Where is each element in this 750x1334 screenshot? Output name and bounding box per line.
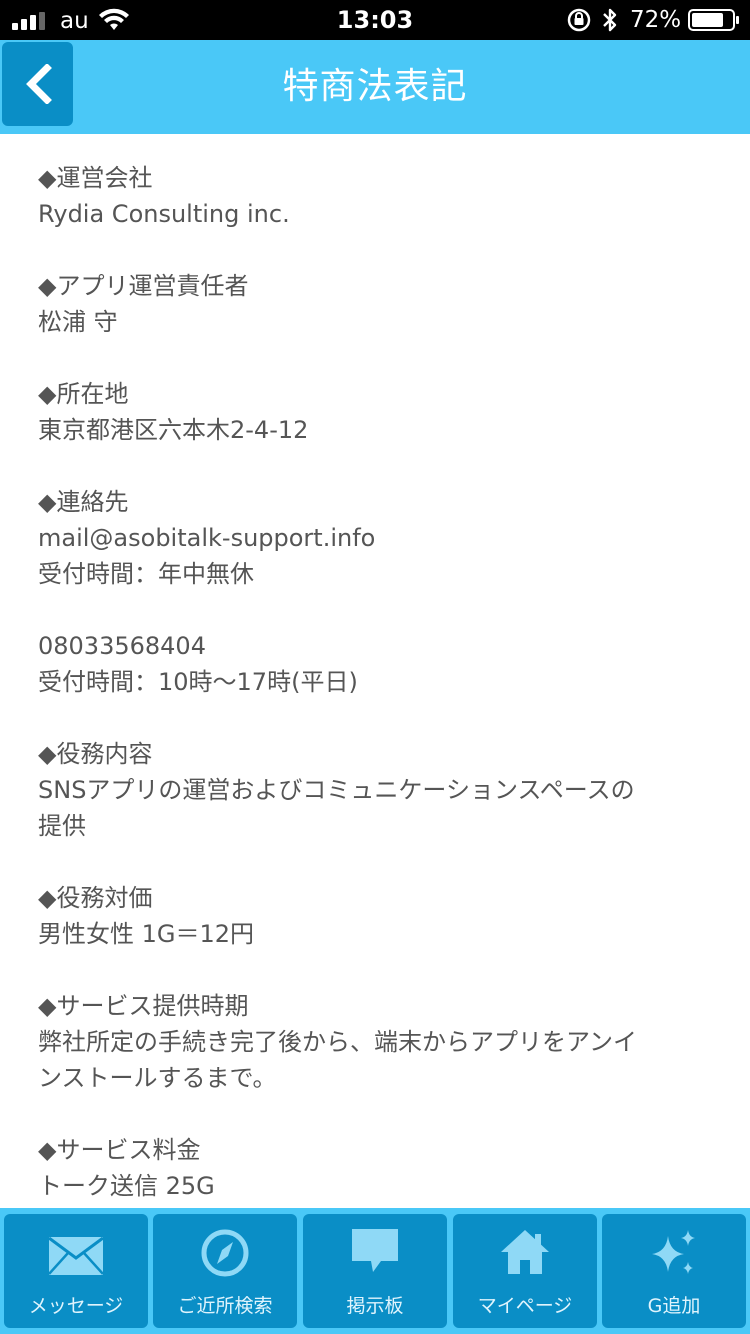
tab-message-label: メッセージ [28,1295,124,1317]
tab-message[interactable]: メッセージ [4,1214,148,1328]
section-text: ンストールするまで。 [38,1064,277,1092]
info-section: ◆サービス料金 トーク送信 25G [38,1132,712,1204]
status-bar: au 13:03 72% [0,0,750,40]
speech-bubble-icon [352,1229,398,1272]
tab-nearby-search[interactable]: ご近所検索 [153,1214,297,1328]
battery-percent: 72% [630,7,682,33]
section-text: 弊社所定の手続き完了後から、端末からアプリをアンイ [38,1028,638,1056]
section-text: 受付時間：年中無休 [38,560,254,588]
section-heading: ◆役務対価 [38,884,153,912]
tab-add-g[interactable]: G追加 [602,1214,746,1328]
battery-icon [688,9,739,31]
section-text: 08033568404 [38,632,206,660]
section-heading: ◆運営会社 [38,164,153,192]
info-section: ◆アプリ運営責任者 松浦 守 [38,268,712,340]
info-section: ◆役務対価男性女性 1G＝12円 [38,880,712,952]
tab-nearby-search-label: ご近所検索 [177,1295,273,1317]
section-heading: ◆サービス料金 [38,1136,201,1164]
rotation-lock-icon [567,8,591,32]
tab-bulletin-board[interactable]: 掲示板 [303,1214,447,1328]
tab-my-page[interactable]: マイページ [453,1214,597,1328]
section-text: Rydia Consulting inc. [38,200,290,228]
section-text: 提供 [38,812,86,840]
section-heading: ◆アプリ運営責任者 [38,272,249,300]
section-heading: ◆所在地 [38,380,129,408]
section-text: 受付時間：10時〜17時(平日) [38,668,358,696]
section-text: 東京都港区六本木2-4-12 [38,416,309,444]
home-icon [501,1230,549,1274]
bluetooth-icon [603,8,617,32]
section-text: SNSアプリの運営およびコミュニケーションスペースの [38,776,635,804]
tab-add-g-label: G追加 [647,1295,701,1317]
compass-icon [201,1229,249,1277]
info-section: ◆連絡先 mail@asobitalk-support.info 受付時間：年中無休… [38,484,712,700]
section-heading: ◆役務内容 [38,740,153,768]
section-text: 男性女性 1G＝12円 [38,920,255,948]
legal-notice-content[interactable]: ◆運営会社 Rydia Consulting inc. ◆アプリ運営責任者 松浦 守 ◆… [0,134,750,1208]
info-section: ◆サービス提供時期弊社所定の手続き完了後から、端末からアプリをアンイ ンストールす… [38,988,712,1096]
info-section: ◆役務内容 SNSアプリの運営およびコミュニケーションスペースの 提供 [38,736,712,844]
section-heading: ◆サービス提供時期 [38,992,249,1020]
section-text: 松浦 守 [38,308,118,336]
tab-bulletin-board-label: 掲示板 [346,1295,404,1317]
page-title: 特商法表記 [282,66,468,107]
section-text: トーク送信 25G [38,1172,215,1200]
section-text: mail@asobitalk-support.info [38,524,376,552]
info-section: ◆所在地東京都港区六本木2-4-12 [38,376,712,448]
section-heading: ◆連絡先 [38,488,129,516]
tab-my-page-label: マイページ [477,1295,573,1317]
envelope-icon [48,1236,104,1275]
sparkle-icon [652,1230,695,1274]
info-section: ◆運営会社 Rydia Consulting inc. [38,160,712,232]
